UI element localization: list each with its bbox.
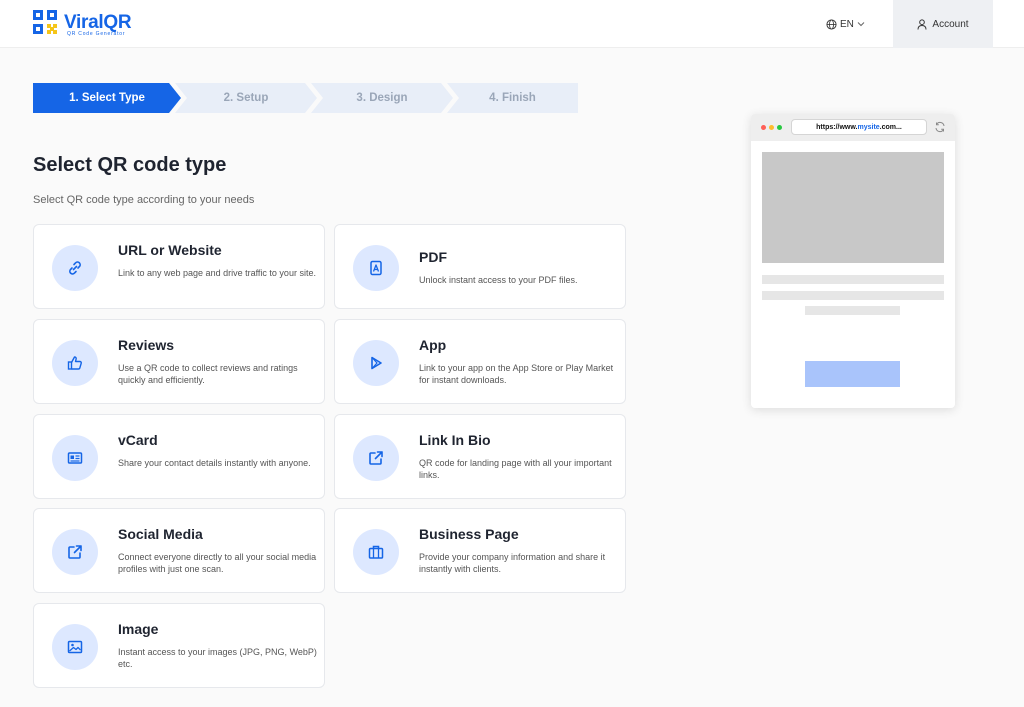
card-description: Instant access to your images (JPG, PNG,… (118, 647, 317, 669)
icon-circle (353, 340, 399, 386)
maximize-dot-icon (777, 125, 782, 130)
top-header: ViralQR QR Code Generator EN Account (0, 0, 1024, 48)
card-description: Use a QR code to collect reviews and rat… (118, 363, 298, 385)
chevron-down-icon (857, 22, 865, 27)
qr-type-pdf[interactable]: PDF Unlock instant access to your PDF fi… (334, 224, 626, 309)
card-description: Provide your company information and sha… (419, 552, 606, 574)
close-dot-icon (761, 125, 766, 130)
icon-circle (52, 529, 98, 575)
image-icon (67, 640, 83, 654)
card-title: Link In Bio (419, 432, 491, 448)
qr-type-url-website[interactable]: URL or Website Link to any web page and … (33, 224, 325, 309)
icon-circle (52, 624, 98, 670)
placeholder-line (762, 291, 944, 300)
refresh-icon (935, 121, 945, 133)
external-link-icon (369, 451, 383, 465)
language-selector[interactable]: EN (826, 15, 865, 33)
card-description: Link to any web page and drive traffic t… (118, 268, 316, 278)
qr-logo-icon (33, 10, 57, 34)
qr-type-business-page[interactable]: Business Page Provide your company infor… (334, 508, 626, 593)
placeholder-image (762, 152, 944, 263)
browser-toolbar: https://www. mysite .com... (751, 114, 955, 141)
wizard-stepper: 1. Select Type 2. Setup 3. Design 4. Fin… (33, 83, 578, 113)
card-title: URL or Website (118, 242, 222, 258)
page-subtitle: Select QR code type according to your ne… (33, 194, 255, 206)
share-icon (68, 545, 82, 559)
card-title: Reviews (118, 337, 175, 353)
page-title: Select QR code type (33, 154, 227, 176)
icon-circle (52, 245, 98, 291)
icon-circle (52, 340, 98, 386)
card-title: App (419, 337, 447, 353)
qr-type-link-in-bio[interactable]: Link In Bio QR code for landing page wit… (334, 414, 626, 499)
url-prefix: https://www. (816, 123, 858, 131)
logo[interactable]: ViralQR QR Code Generator (33, 10, 153, 38)
card-title: Social Media (118, 526, 203, 542)
card-description: QR code for landing page with all your i… (419, 458, 612, 480)
qr-preview-mockup: https://www. mysite .com... (751, 114, 955, 408)
step-select-type[interactable]: 1. Select Type (33, 83, 181, 113)
thumbs-up-icon (67, 356, 82, 370)
placeholder-line (805, 306, 900, 315)
brand-tagline: QR Code Generator (67, 31, 126, 37)
card-description: Link to your app on the App Store or Pla… (419, 363, 614, 385)
card-description: Connect everyone directly to all your so… (118, 552, 317, 574)
placeholder-button (805, 361, 900, 387)
icon-circle (353, 245, 399, 291)
icon-circle (353, 529, 399, 575)
user-icon (917, 18, 927, 30)
card-title: Image (118, 621, 159, 637)
step-finish[interactable]: 4. Finish (447, 83, 578, 113)
qr-type-vcard[interactable]: vCard Share your contact details instant… (33, 414, 325, 499)
link-icon (69, 261, 81, 275)
qr-type-reviews[interactable]: Reviews Use a QR code to collect reviews… (33, 319, 325, 404)
card-description: Unlock instant access to your PDF files. (419, 275, 578, 285)
step-label: 2. Setup (223, 92, 269, 104)
pdf-icon (370, 260, 382, 276)
account-label: Account (932, 18, 969, 30)
qr-type-social-media[interactable]: Social Media Connect everyone directly t… (33, 508, 325, 593)
card-title: Business Page (419, 526, 519, 542)
minimize-dot-icon (769, 125, 774, 130)
qr-type-app[interactable]: App Link to your app on the App Store or… (334, 319, 626, 404)
briefcase-icon (368, 545, 384, 559)
qr-type-image[interactable]: Image Instant access to your images (JPG… (33, 603, 325, 688)
card-title: vCard (118, 432, 158, 448)
card-title: PDF (419, 249, 447, 265)
icon-circle (353, 435, 399, 481)
url-suffix: .com... (879, 123, 902, 131)
step-design[interactable]: 3. Design (311, 83, 453, 113)
language-label: EN (840, 18, 854, 30)
browser-address-bar: https://www. mysite .com... (791, 119, 927, 135)
play-store-icon (371, 356, 382, 370)
account-button[interactable]: Account (893, 0, 993, 48)
step-setup[interactable]: 2. Setup (175, 83, 317, 113)
url-highlight: mysite (857, 123, 880, 131)
globe-icon (826, 18, 837, 30)
step-label: 4. Finish (489, 92, 536, 104)
icon-circle (52, 435, 98, 481)
step-label: 3. Design (356, 92, 408, 104)
placeholder-line (762, 275, 944, 284)
step-label: 1. Select Type (69, 92, 145, 104)
card-description: Share your contact details instantly wit… (118, 458, 311, 468)
contact-card-icon (67, 452, 83, 464)
